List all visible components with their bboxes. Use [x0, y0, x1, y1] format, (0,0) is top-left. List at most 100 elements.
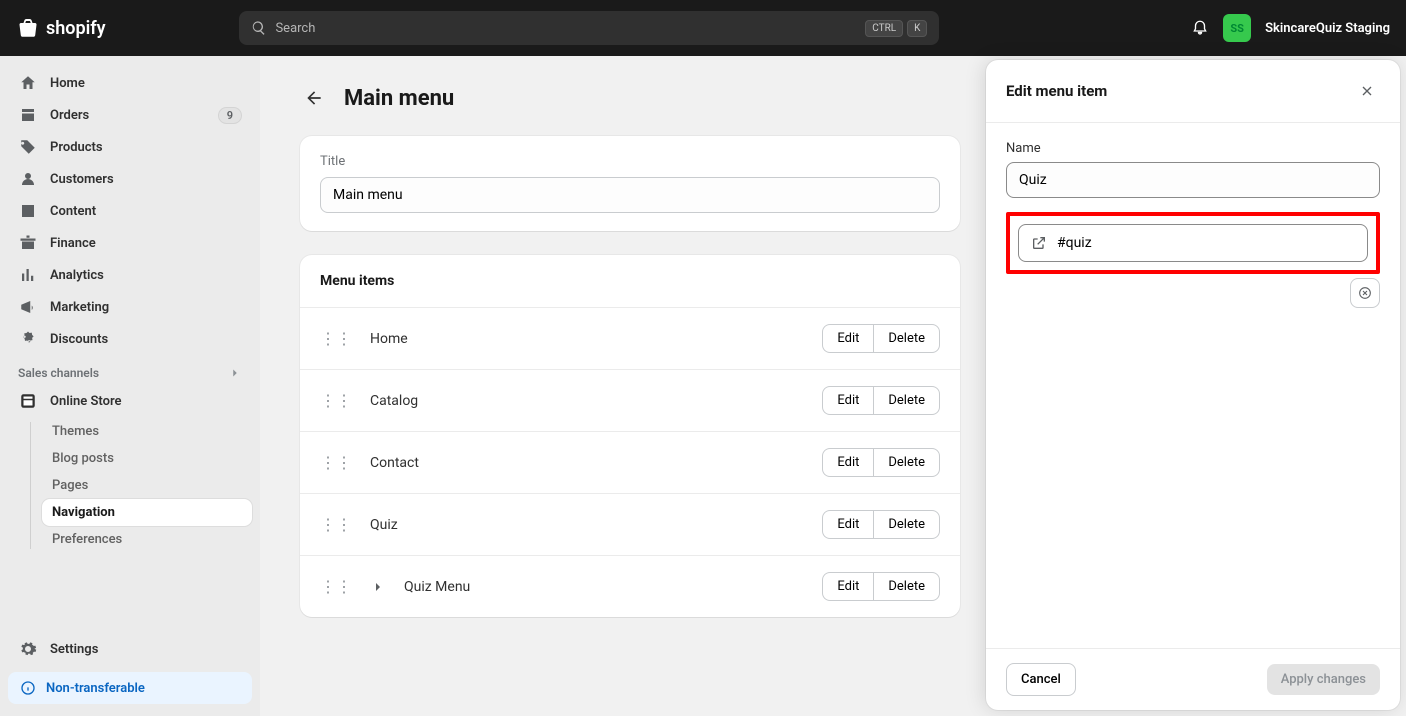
external-link-icon — [1031, 235, 1047, 251]
menu-item-label: Quiz Menu — [404, 579, 804, 595]
menu-title-input[interactable] — [320, 177, 940, 213]
subnav-pages[interactable]: Pages — [42, 472, 252, 499]
sidebar-item-label: Discounts — [50, 332, 108, 347]
edit-menu-item-drawer: Edit menu item Name Cancel — [986, 60, 1400, 710]
sidebar-item-label: Online Store — [50, 394, 122, 409]
subnav-navigation[interactable]: Navigation — [42, 499, 252, 526]
title-label: Title — [320, 154, 940, 169]
drag-handle-icon[interactable]: ⋮⋮ — [320, 391, 352, 410]
back-button[interactable] — [300, 84, 328, 112]
search-shortcut: CTRLK — [865, 20, 927, 37]
sidebar-item-discounts[interactable]: Discounts — [8, 324, 252, 354]
sidebar-item-label: Marketing — [50, 300, 109, 315]
close-icon — [1359, 83, 1375, 99]
sales-channels-heading: Sales channels — [8, 356, 252, 384]
menu-item-label: Quiz — [370, 517, 804, 533]
drag-handle-icon[interactable]: ⋮⋮ — [320, 329, 352, 348]
chevron-right-icon[interactable] — [370, 579, 386, 595]
edit-button[interactable]: Edit — [822, 510, 873, 539]
subnav-themes[interactable]: Themes — [42, 418, 252, 445]
drag-handle-icon[interactable]: ⋮⋮ — [320, 577, 352, 596]
drag-handle-icon[interactable]: ⋮⋮ — [320, 453, 352, 472]
gear-icon — [18, 640, 38, 658]
sidebar-item-content[interactable]: Content — [8, 196, 252, 226]
link-input-wrapper[interactable] — [1018, 224, 1368, 262]
sidebar-item-marketing[interactable]: Marketing — [8, 292, 252, 322]
edit-button[interactable]: Edit — [822, 386, 873, 415]
sidebar-item-label: Analytics — [50, 268, 104, 283]
sidebar-item-settings[interactable]: Settings — [8, 634, 252, 664]
sidebar-item-label: Products — [50, 140, 103, 155]
orders-badge: 9 — [218, 107, 242, 124]
menu-item-label: Catalog — [370, 393, 804, 409]
store-name[interactable]: SkincareQuiz Staging — [1265, 21, 1390, 36]
finance-icon — [18, 234, 38, 252]
menu-items-card: Menu items ⋮⋮ Home Edit Delete ⋮⋮ Catalo… — [300, 255, 960, 617]
menu-row: ⋮⋮ Quiz Menu Edit Delete — [300, 555, 960, 617]
sidebar-item-home[interactable]: Home — [8, 68, 252, 98]
subnav-preferences[interactable]: Preferences — [42, 526, 252, 553]
non-transferable-badge[interactable]: Non-transferable — [8, 672, 252, 704]
edit-button[interactable]: Edit — [822, 572, 873, 601]
delete-button[interactable]: Delete — [873, 448, 940, 477]
menu-row: ⋮⋮ Quiz Edit Delete — [300, 493, 960, 555]
sidebar-item-products[interactable]: Products — [8, 132, 252, 162]
sidebar-item-online-store[interactable]: Online Store — [8, 386, 252, 416]
arrow-left-icon — [304, 88, 324, 108]
edit-button[interactable]: Edit — [822, 324, 873, 353]
search-icon — [251, 20, 267, 36]
delete-button[interactable]: Delete — [873, 510, 940, 539]
discounts-icon — [18, 330, 38, 348]
drawer-title: Edit menu item — [1006, 82, 1107, 100]
sidebar-item-label: Settings — [50, 642, 98, 657]
menu-item-label: Home — [370, 331, 804, 347]
delete-button[interactable]: Delete — [873, 572, 940, 601]
cancel-button[interactable]: Cancel — [1006, 663, 1076, 696]
info-icon — [20, 680, 36, 696]
sidebar-item-label: Orders — [50, 108, 89, 123]
menu-row: ⋮⋮ Catalog Edit Delete — [300, 369, 960, 431]
shopify-logo[interactable]: shopify — [16, 16, 106, 40]
menu-row: ⋮⋮ Home Edit Delete — [300, 307, 960, 369]
sidebar-item-label: Home — [50, 76, 85, 91]
sidebar-item-orders[interactable]: Orders 9 — [8, 100, 252, 130]
brand-name: shopify — [46, 18, 106, 39]
menu-items-heading: Menu items — [300, 255, 960, 307]
close-button[interactable] — [1354, 78, 1380, 104]
link-input[interactable] — [1057, 235, 1355, 251]
avatar[interactable]: SS — [1223, 14, 1251, 42]
sidebar-item-finance[interactable]: Finance — [8, 228, 252, 258]
page-title: Main menu — [344, 86, 454, 111]
sidebar-item-customers[interactable]: Customers — [8, 164, 252, 194]
clear-icon — [1357, 285, 1373, 301]
delete-button[interactable]: Delete — [873, 324, 940, 353]
marketing-icon — [18, 298, 38, 316]
online-store-icon — [18, 392, 38, 410]
name-label: Name — [1006, 141, 1380, 156]
home-icon — [18, 74, 38, 92]
search-input[interactable]: Search CTRLK — [239, 11, 939, 45]
sidebar-item-label: Content — [50, 204, 96, 219]
chevron-right-icon[interactable] — [228, 366, 242, 380]
notifications-icon[interactable] — [1191, 19, 1209, 37]
title-card: Title — [300, 136, 960, 231]
sidebar-item-label: Finance — [50, 236, 96, 251]
edit-button[interactable]: Edit — [822, 448, 873, 477]
shopify-bag-icon — [16, 16, 40, 40]
menu-row: ⋮⋮ Contact Edit Delete — [300, 431, 960, 493]
apply-changes-button[interactable]: Apply changes — [1267, 664, 1380, 695]
drag-handle-icon[interactable]: ⋮⋮ — [320, 515, 352, 534]
clear-link-button[interactable] — [1350, 278, 1380, 308]
products-icon — [18, 138, 38, 156]
search-placeholder: Search — [275, 21, 315, 36]
link-field-highlight — [1006, 212, 1380, 274]
analytics-icon — [18, 266, 38, 284]
sidebar-item-analytics[interactable]: Analytics — [8, 260, 252, 290]
delete-button[interactable]: Delete — [873, 386, 940, 415]
subnav-blog-posts[interactable]: Blog posts — [42, 445, 252, 472]
orders-icon — [18, 106, 38, 124]
customers-icon — [18, 170, 38, 188]
name-input[interactable] — [1006, 162, 1380, 198]
menu-item-label: Contact — [370, 455, 804, 471]
content-icon — [18, 202, 38, 220]
